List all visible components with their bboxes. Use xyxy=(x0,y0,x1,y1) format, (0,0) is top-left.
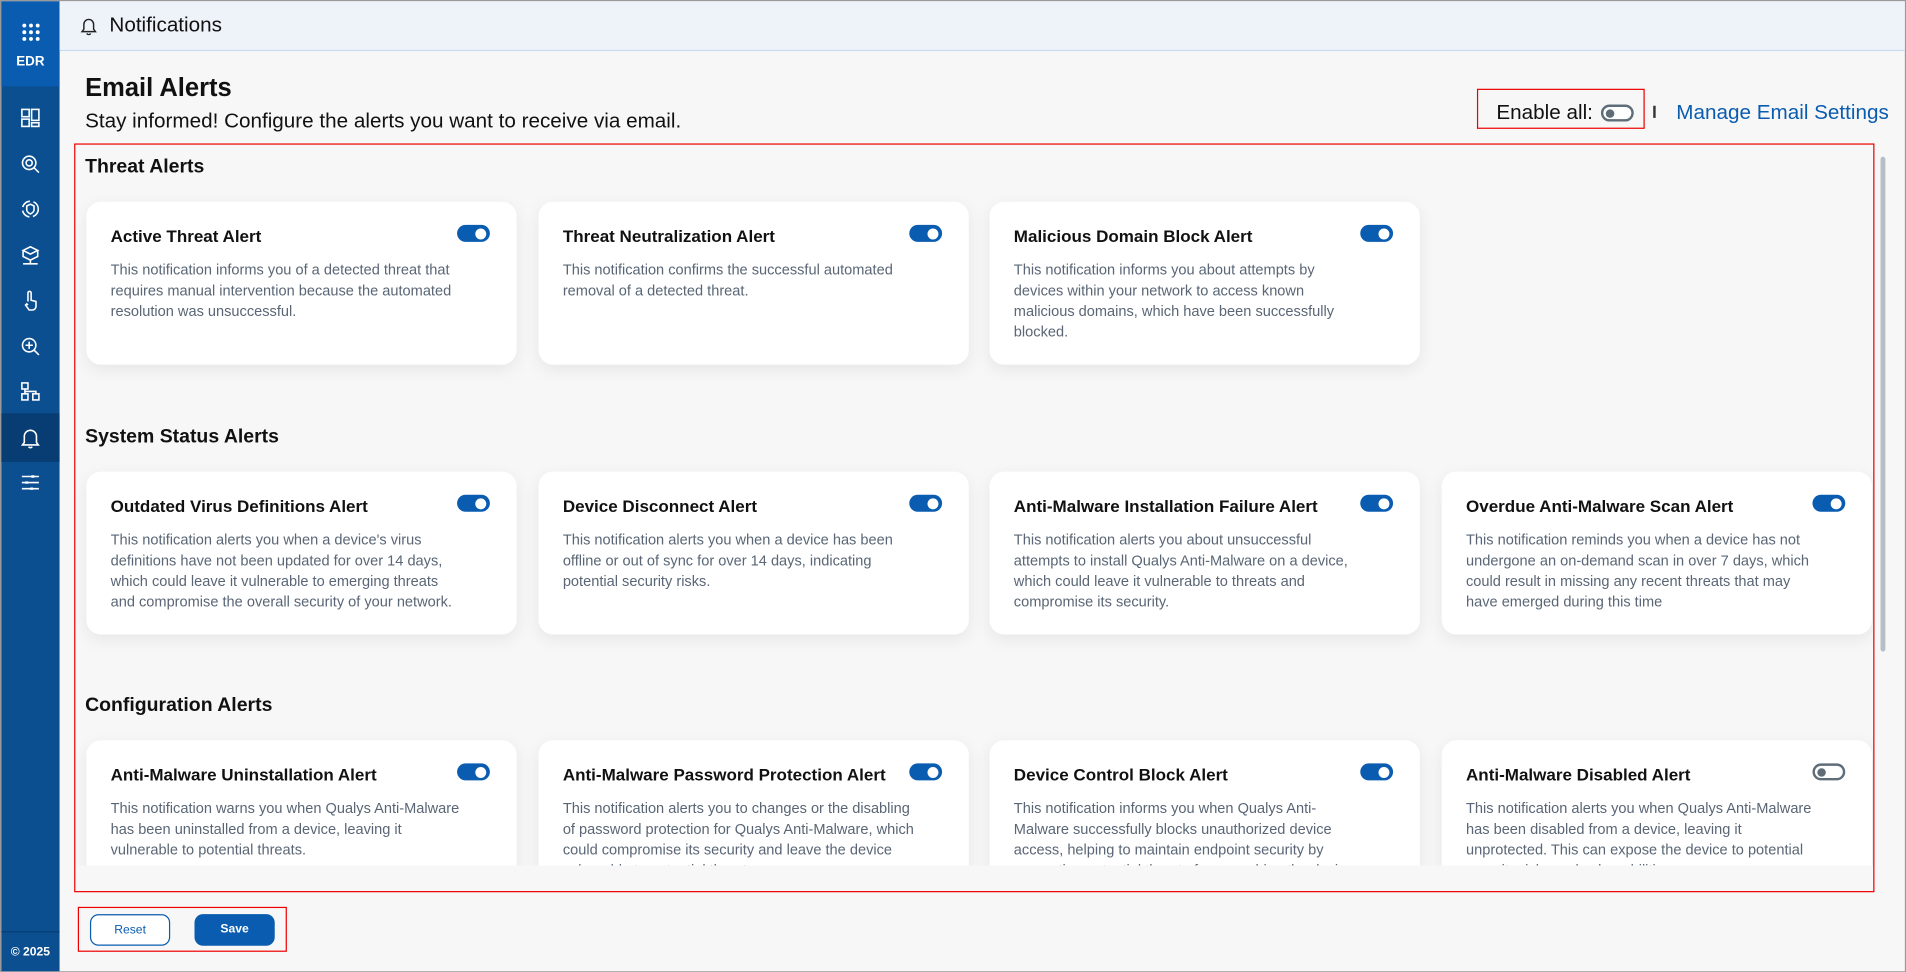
app-window: EDR © 2025 Notifications Email Alerts St… xyxy=(0,0,1906,972)
sidebar-item-incident[interactable] xyxy=(1,185,59,234)
manage-email-settings-link[interactable]: Manage Email Settings xyxy=(1676,101,1889,125)
sidebar-item-threat-hunt[interactable] xyxy=(1,139,59,188)
sidebar-item-response[interactable] xyxy=(1,276,59,325)
enable-all-toggle[interactable] xyxy=(1600,104,1634,122)
sidebar-item-investigation[interactable] xyxy=(1,322,59,371)
app-name: EDR xyxy=(16,54,45,70)
copyright: © 2025 xyxy=(1,931,60,971)
page-title: Email Alerts xyxy=(85,74,232,103)
app-switcher[interactable]: EDR xyxy=(1,1,60,87)
reset-button[interactable]: Reset xyxy=(89,914,171,946)
app-grid-icon xyxy=(22,23,40,41)
settings-sliders-icon xyxy=(21,475,39,490)
sidebar: EDR © 2025 xyxy=(1,1,60,972)
bell-icon xyxy=(80,18,97,36)
header-title: Notifications xyxy=(109,13,222,37)
sidebar-item-inventory[interactable] xyxy=(1,230,59,279)
dashboard-icon xyxy=(21,108,40,128)
save-button[interactable]: Save xyxy=(194,914,275,946)
response-icon xyxy=(24,290,37,311)
bell-icon xyxy=(20,428,40,448)
incident-icon xyxy=(21,200,40,218)
sidebar-item-hierarchy[interactable] xyxy=(1,367,59,416)
scrollbar[interactable] xyxy=(1880,156,1886,652)
enable-all-label: Enable all: xyxy=(1496,100,1593,124)
top-header: Notifications xyxy=(59,1,1905,52)
inventory-icon xyxy=(21,245,40,264)
divider xyxy=(1653,105,1656,118)
sidebar-item-settings-sliders[interactable] xyxy=(1,458,59,507)
threat-hunt-icon xyxy=(21,154,40,173)
investigation-icon xyxy=(21,337,40,355)
sidebar-item-dashboard[interactable] xyxy=(1,94,59,143)
sidebar-item-bell[interactable] xyxy=(1,412,60,462)
hierarchy-icon xyxy=(21,382,40,401)
page-subtitle: Stay informed! Configure the alerts you … xyxy=(85,109,682,133)
annotation-box xyxy=(74,143,1875,893)
